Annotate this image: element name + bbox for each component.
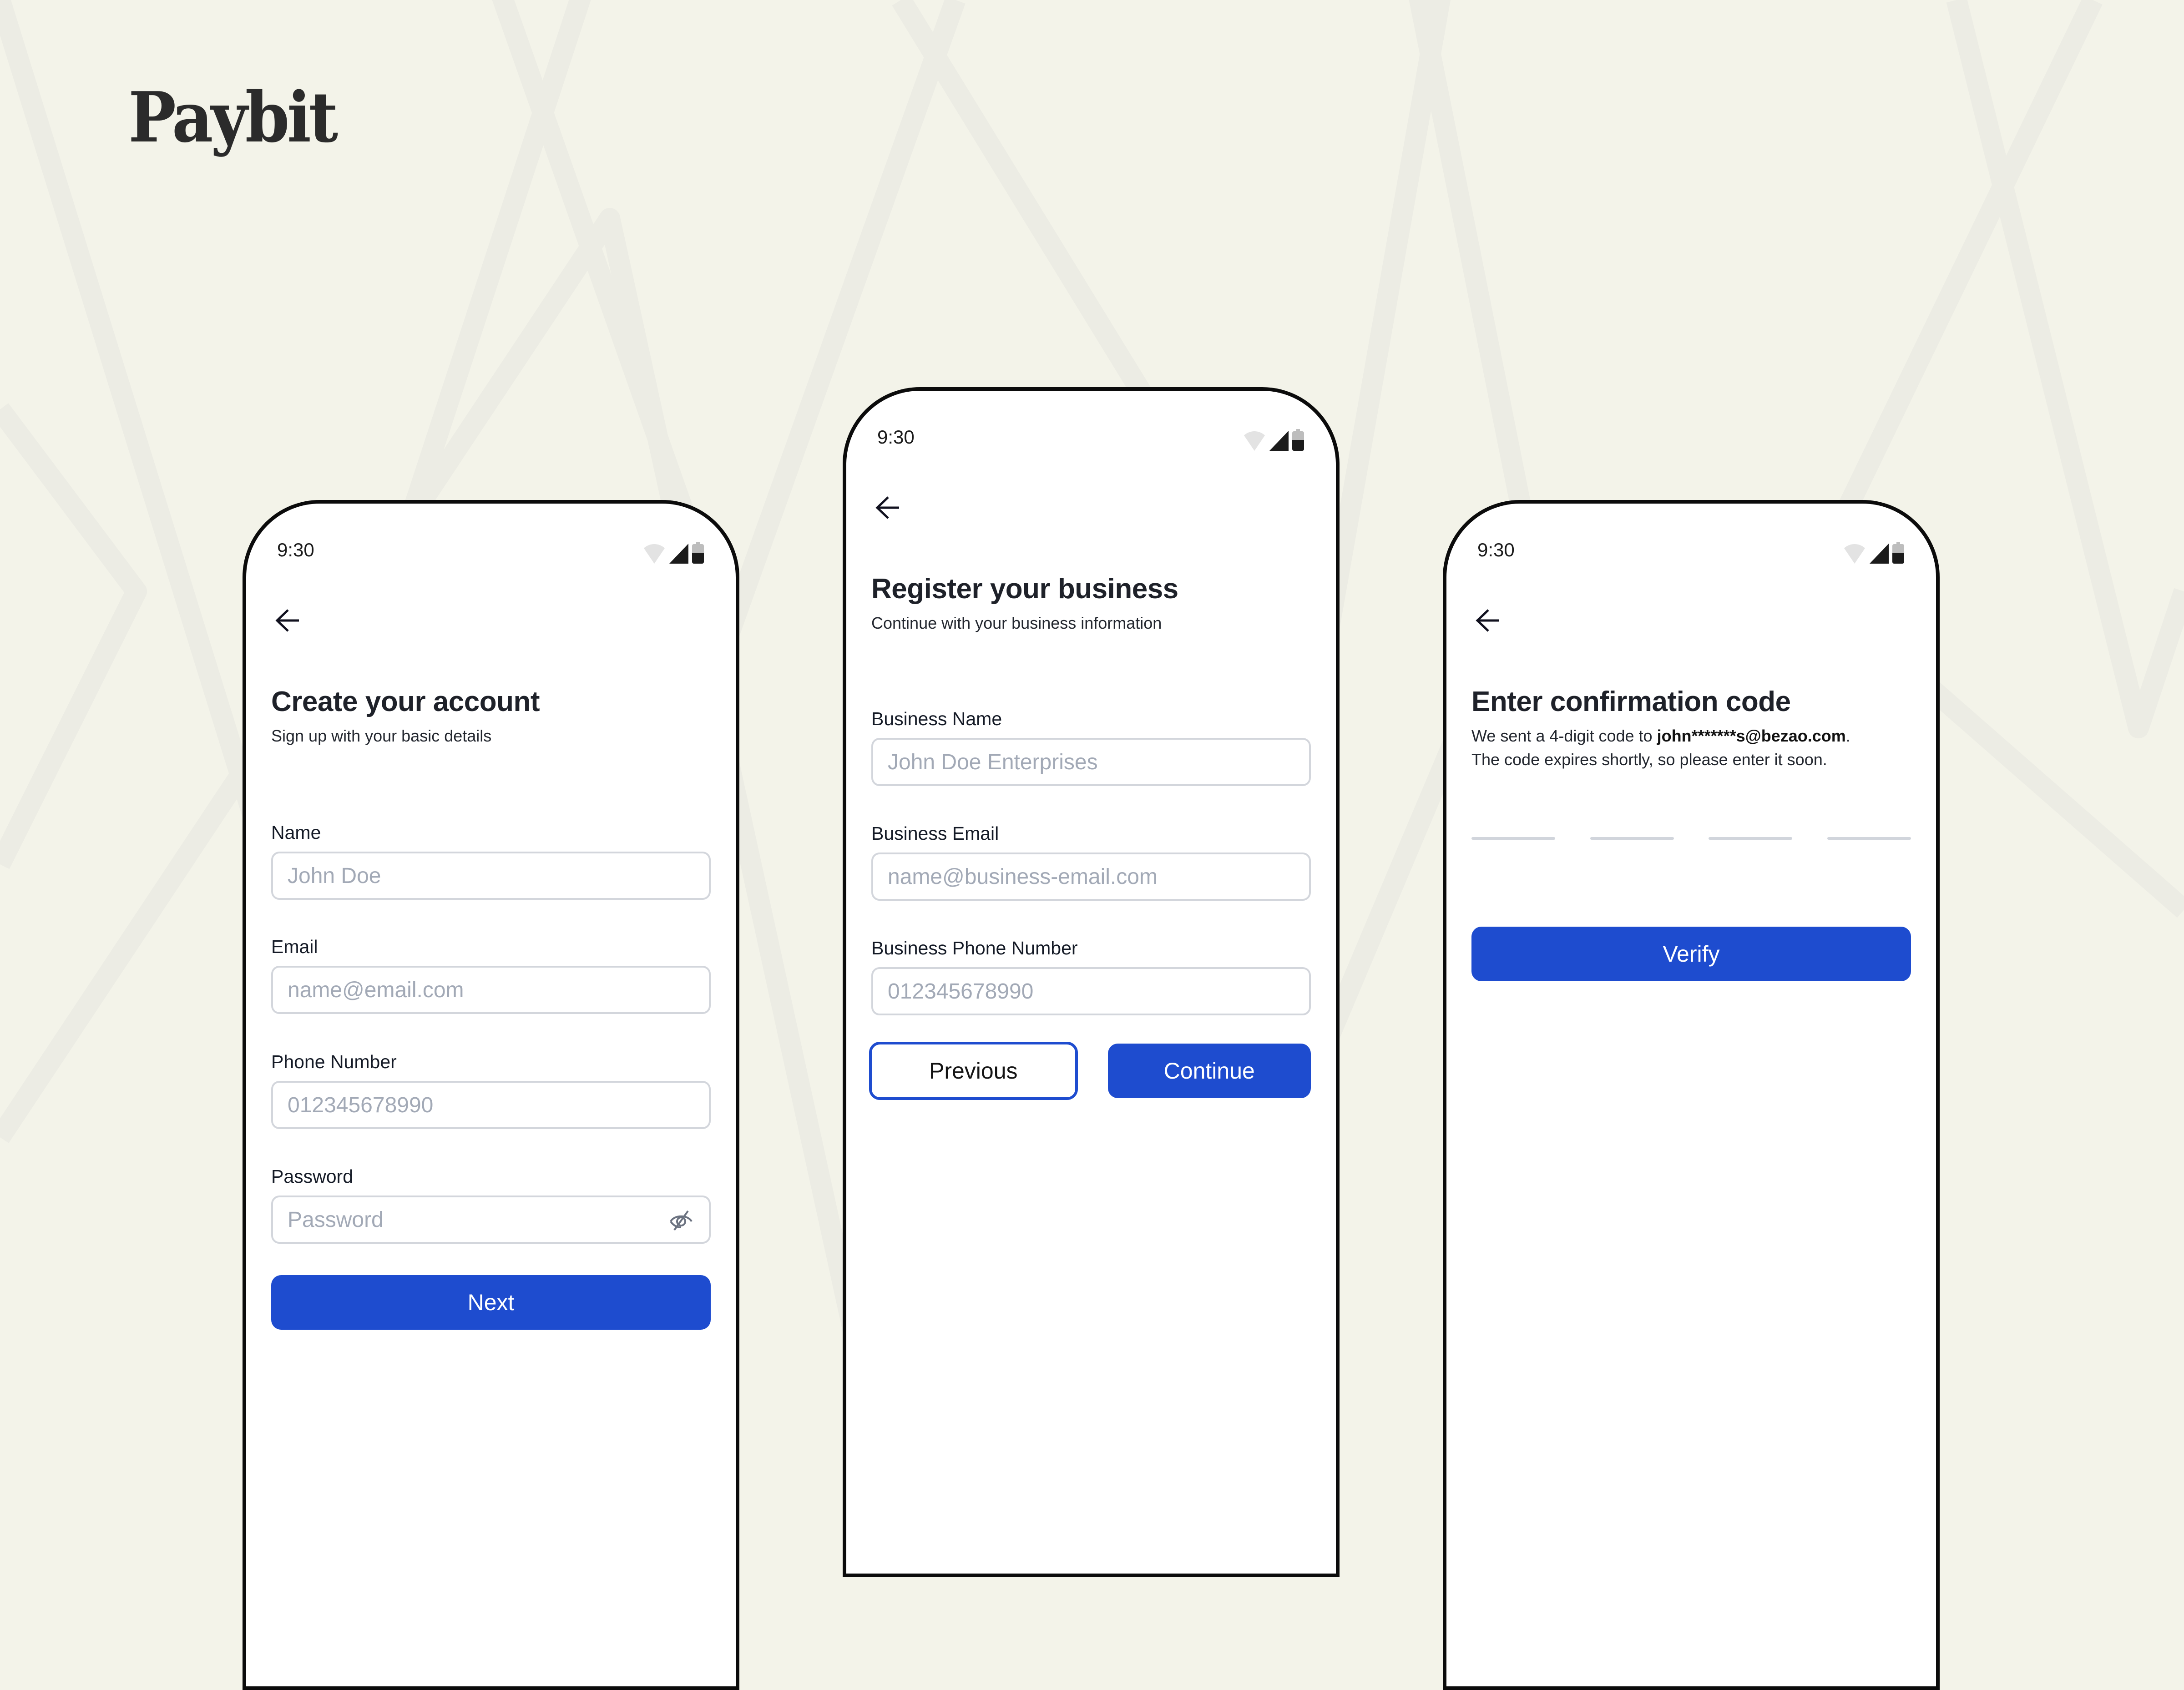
placeholder: 012345678990: [288, 1093, 434, 1117]
signal-icon: [1870, 544, 1889, 564]
page-subtitle: Continue with your business information: [871, 614, 1162, 632]
confirmation-message: We sent a 4-digit code to john*******s@b…: [1471, 724, 1911, 772]
field-label: Business Phone Number: [871, 938, 1078, 959]
field-label: Password: [271, 1166, 354, 1187]
field-label: Phone Number: [271, 1051, 397, 1072]
wifi-icon: [1244, 431, 1265, 451]
placeholder: John Doe Enterprises: [888, 750, 1098, 774]
verify-button[interactable]: Verify: [1471, 927, 1911, 981]
arrow-left-icon[interactable]: [874, 495, 901, 520]
placeholder: name@business-email.com: [888, 864, 1158, 889]
arrow-left-icon[interactable]: [1474, 608, 1501, 633]
otp-input-group: [1471, 837, 1911, 840]
wifi-icon: [1844, 544, 1865, 564]
signal-icon: [669, 544, 688, 564]
status-time: 9:30: [1477, 539, 1515, 560]
field-label: Business Email: [871, 823, 999, 844]
brand-logo: Paybit: [128, 76, 338, 158]
status-time: 9:30: [277, 539, 314, 560]
navigation-buttons: Previous Continue: [869, 1042, 1311, 1100]
email-input[interactable]: name@email.com: [271, 966, 711, 1014]
password-field: Password Password: [271, 1166, 711, 1244]
password-input[interactable]: Password: [271, 1196, 711, 1244]
message-prefix: We sent a 4-digit code to: [1471, 726, 1657, 745]
phone-create-account: 9:30 Create your account Sign up with yo…: [243, 500, 739, 1690]
business-email-input[interactable]: name@business-email.com: [871, 853, 1311, 901]
otp-digit-4[interactable]: [1827, 837, 1911, 840]
page-title: Create your account: [271, 686, 540, 717]
battery-icon: [1892, 542, 1904, 564]
placeholder: Password: [288, 1207, 384, 1232]
phone-confirm-code: 9:30 Enter confirmation code We sent a 4…: [1443, 500, 1940, 1690]
otp-digit-3[interactable]: [1709, 837, 1793, 840]
page-title: Enter confirmation code: [1471, 686, 1791, 717]
otp-digit-1[interactable]: [1471, 837, 1555, 840]
field-label: Name: [271, 822, 321, 843]
name-field: Name John Doe: [271, 822, 711, 900]
continue-button[interactable]: Continue: [1107, 1044, 1311, 1098]
phone-input[interactable]: 012345678990: [271, 1081, 711, 1129]
battery-icon: [1292, 429, 1304, 451]
next-button[interactable]: Next: [271, 1275, 711, 1330]
wifi-icon: [644, 544, 665, 564]
arrow-left-icon[interactable]: [273, 608, 301, 633]
email-field: Email name@email.com: [271, 936, 711, 1014]
status-time: 9:30: [877, 426, 915, 448]
battery-icon: [692, 542, 704, 564]
name-input[interactable]: John Doe: [271, 852, 711, 900]
page-title: Register your business: [871, 573, 1178, 605]
business-name-field: Business Name John Doe Enterprises: [871, 708, 1311, 786]
field-label: Email: [271, 936, 318, 957]
signal-icon: [1269, 431, 1289, 451]
message-line-2: The code expires shortly, so please ente…: [1471, 750, 1827, 769]
business-phone-input[interactable]: 012345678990: [871, 967, 1311, 1015]
phone-register-business: 9:30 Register your business Continue wit…: [843, 387, 1340, 1577]
business-phone-field: Business Phone Number 012345678990: [871, 938, 1311, 1015]
previous-button[interactable]: Previous: [869, 1042, 1078, 1100]
eye-off-icon[interactable]: [669, 1209, 693, 1232]
placeholder: name@email.com: [288, 978, 464, 1002]
placeholder: 012345678990: [888, 979, 1034, 1004]
otp-digit-2[interactable]: [1590, 837, 1674, 840]
business-name-input[interactable]: John Doe Enterprises: [871, 738, 1311, 786]
masked-email: john*******s@bezao.com: [1657, 726, 1846, 745]
status-bar: 9:30: [246, 539, 736, 566]
field-label: Business Name: [871, 708, 1002, 729]
placeholder: John Doe: [288, 863, 381, 888]
page-subtitle: Sign up with your basic details: [271, 726, 492, 745]
status-bar: 9:30: [846, 426, 1336, 454]
message-suffix: .: [1845, 726, 1850, 745]
business-email-field: Business Email name@business-email.com: [871, 823, 1311, 901]
status-bar: 9:30: [1446, 539, 1936, 566]
phone-field: Phone Number 012345678990: [271, 1051, 711, 1129]
